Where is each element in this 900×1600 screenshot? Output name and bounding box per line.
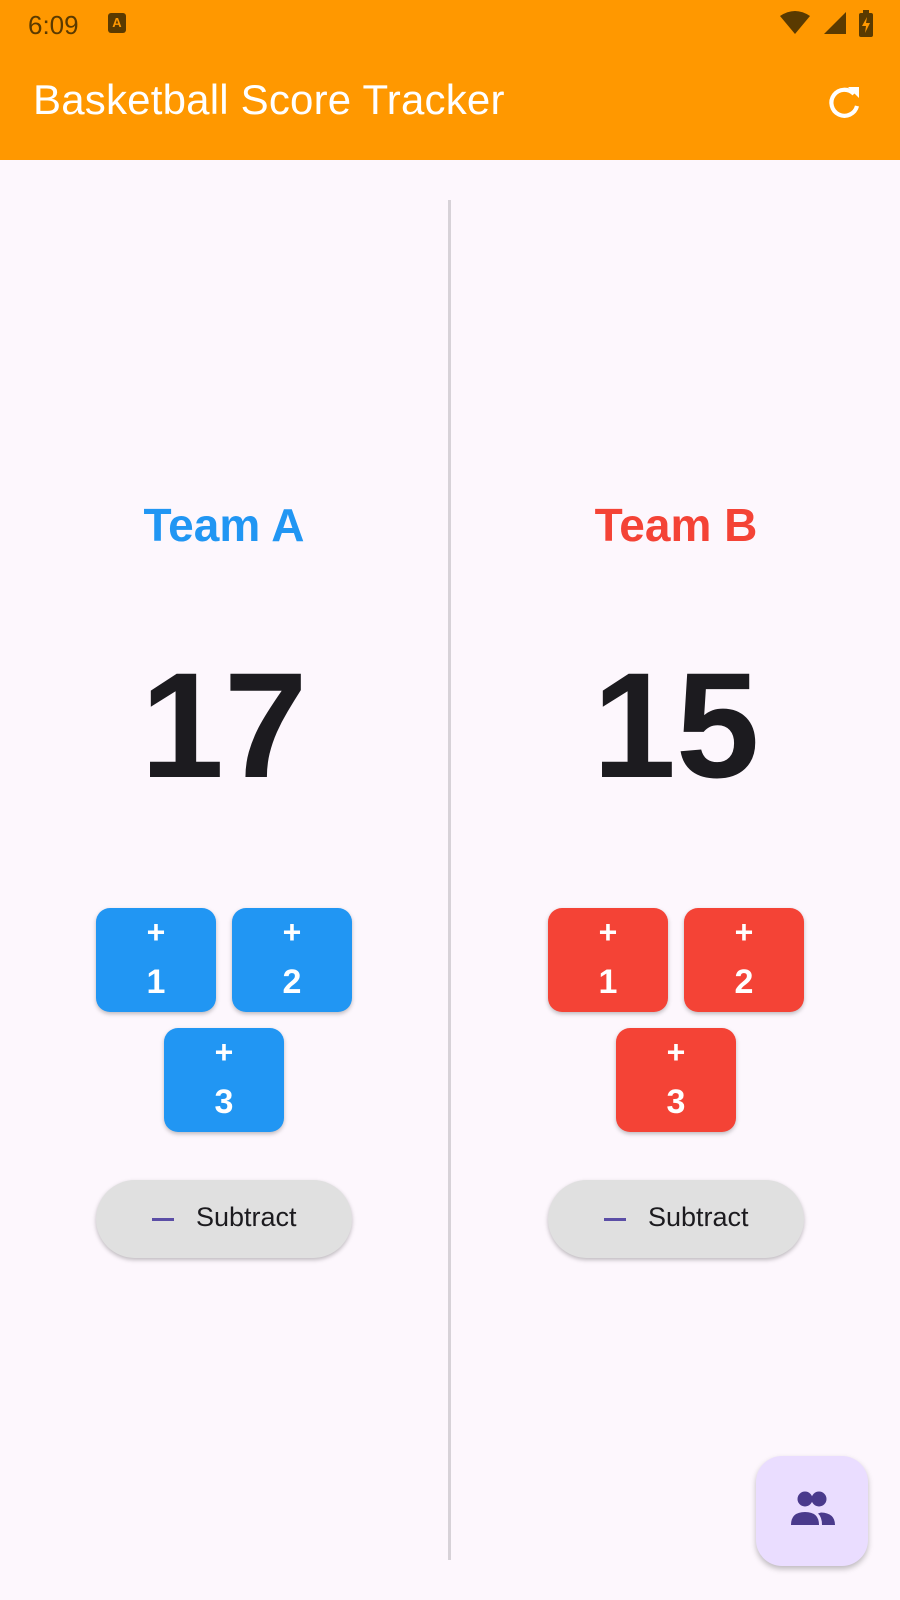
subtract-label: Subtract xyxy=(196,1202,297,1232)
team-b-panel: Team B 15 + 1 + 2 + 3 Subtract xyxy=(452,160,900,1600)
team-b-add-2-button[interactable]: + 2 xyxy=(684,908,804,1012)
reset-button[interactable] xyxy=(824,82,864,122)
app-notification-icon: A xyxy=(108,13,126,33)
plus-label: + xyxy=(734,914,754,950)
team-a-subtract-button[interactable]: Subtract xyxy=(96,1180,352,1258)
team-a-score: 17 xyxy=(140,641,308,809)
subtract-label: Subtract xyxy=(648,1202,749,1232)
points-label: 3 xyxy=(666,1083,686,1121)
app-bar: Basketball Score Tracker xyxy=(0,48,900,160)
points-label: 1 xyxy=(598,963,618,1001)
plus-label: + xyxy=(282,914,302,950)
plus-label: + xyxy=(598,914,618,950)
team-b-add-3-button[interactable]: + 3 xyxy=(616,1028,736,1132)
app-title: Basketball Score Tracker xyxy=(33,76,505,123)
points-label: 2 xyxy=(282,963,302,1001)
cellular-signal-icon xyxy=(823,12,846,34)
team-a-add-1-button[interactable]: + 1 xyxy=(96,908,216,1012)
status-time: 6:09 xyxy=(28,10,79,40)
battery-icon xyxy=(859,10,873,37)
team-divider xyxy=(448,200,451,1560)
plus-label: + xyxy=(146,914,166,950)
status-bar: 6:09 A xyxy=(0,0,900,48)
team-a-add-2-button[interactable]: + 2 xyxy=(232,908,352,1012)
plus-label: + xyxy=(214,1034,234,1070)
status-icons xyxy=(773,10,874,38)
points-label: 1 xyxy=(146,963,166,1001)
people-icon xyxy=(791,1491,835,1525)
teams-fab-button[interactable] xyxy=(756,1456,868,1566)
team-b-add-1-button[interactable]: + 1 xyxy=(548,908,668,1012)
minus-icon xyxy=(152,1218,174,1221)
team-a-add-3-button[interactable]: + 3 xyxy=(164,1028,284,1132)
points-label: 2 xyxy=(734,963,754,1001)
refresh-icon xyxy=(829,87,860,118)
wifi-icon xyxy=(780,11,811,34)
points-label: 3 xyxy=(214,1083,234,1121)
team-b-subtract-button[interactable]: Subtract xyxy=(548,1180,804,1258)
team-a-panel: Team A 17 + 1 + 2 + 3 Subtract xyxy=(0,160,448,1600)
team-b-name: Team B xyxy=(594,499,758,551)
team-a-name: Team A xyxy=(143,499,305,551)
plus-label: + xyxy=(666,1034,686,1070)
team-b-score: 15 xyxy=(592,641,760,809)
minus-icon xyxy=(604,1218,626,1221)
